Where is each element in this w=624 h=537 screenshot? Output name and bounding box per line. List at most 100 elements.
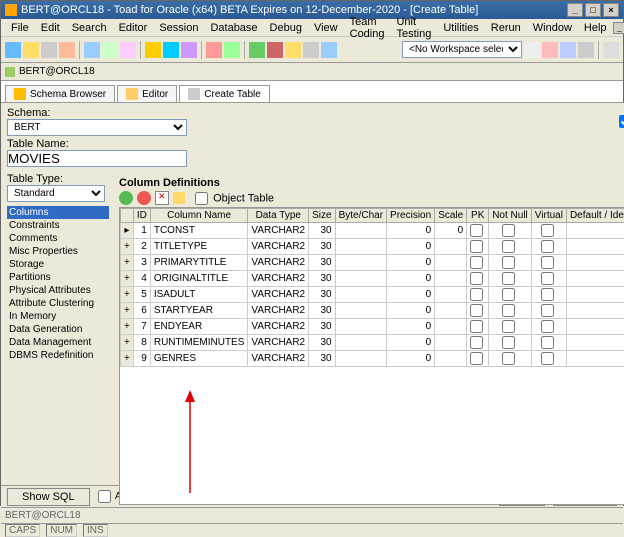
cell-id[interactable]: 6	[133, 303, 150, 319]
object-table-checkbox[interactable]: Object Table	[195, 192, 274, 205]
tree-constraints[interactable]: Constraints	[7, 219, 109, 232]
cell-datatype[interactable]: VARCHAR2	[248, 223, 309, 239]
table-row[interactable]: +5ISADULTVARCHAR2300	[121, 287, 624, 303]
cell-virtual[interactable]	[531, 335, 566, 351]
cell-colname[interactable]: ENDYEAR	[150, 319, 248, 335]
cell-datatype[interactable]: VARCHAR2	[248, 271, 309, 287]
cell-size[interactable]: 30	[309, 303, 335, 319]
col-header[interactable]: Size	[309, 209, 335, 223]
mdi-minimize[interactable]: _	[613, 22, 624, 34]
row-expand-icon[interactable]: +	[121, 303, 134, 319]
cell-virtual[interactable]	[531, 303, 566, 319]
cell-colname[interactable]: GENRES	[150, 351, 248, 367]
tool-icon[interactable]	[102, 42, 118, 58]
row-expand-icon[interactable]: +	[121, 351, 134, 367]
cell-precision[interactable]: 0	[387, 335, 435, 351]
cell-default[interactable]	[566, 255, 624, 271]
tablename-input[interactable]	[7, 150, 187, 167]
cell-pk[interactable]	[467, 287, 489, 303]
cell-default[interactable]	[566, 319, 624, 335]
cell-notnull[interactable]	[489, 223, 532, 239]
cell-datatype[interactable]: VARCHAR2	[248, 239, 309, 255]
cell-default[interactable]	[566, 335, 624, 351]
cell-bytechar[interactable]	[335, 319, 386, 335]
maximize-button[interactable]: □	[585, 3, 601, 17]
tab-schema-browser[interactable]: Schema Browser	[5, 85, 115, 102]
cell-size[interactable]: 30	[309, 335, 335, 351]
commit-icon[interactable]	[249, 42, 265, 58]
cell-bytechar[interactable]	[335, 223, 386, 239]
advanced-checkbox[interactable]: Display advanced features	[619, 115, 624, 128]
cell-colname[interactable]: TITLETYPE	[150, 239, 248, 255]
cell-pk[interactable]	[467, 239, 489, 255]
table-row[interactable]: +9GENRESVARCHAR2300	[121, 351, 624, 367]
cell-pk[interactable]	[467, 319, 489, 335]
cell-scale[interactable]	[435, 303, 467, 319]
cell-default[interactable]	[566, 223, 624, 239]
tool-icon[interactable]	[224, 42, 240, 58]
cell-scale[interactable]	[435, 319, 467, 335]
menu-database[interactable]: Database	[204, 22, 263, 34]
table-row[interactable]: +8RUNTIMEMINUTESVARCHAR2300	[121, 335, 624, 351]
tab-create-table[interactable]: Create Table	[179, 85, 270, 102]
menu-edit[interactable]: Edit	[35, 22, 66, 34]
cell-default[interactable]	[566, 239, 624, 255]
cell-bytechar[interactable]	[335, 351, 386, 367]
cell-datatype[interactable]: VARCHAR2	[248, 287, 309, 303]
cell-size[interactable]: 30	[309, 351, 335, 367]
cell-datatype[interactable]: VARCHAR2	[248, 303, 309, 319]
cell-notnull[interactable]	[489, 319, 532, 335]
menu-unittesting[interactable]: Unit Testing	[390, 16, 437, 40]
cell-pk[interactable]	[467, 335, 489, 351]
tree-dbmsredef[interactable]: DBMS Redefinition	[7, 349, 109, 362]
cell-notnull[interactable]	[489, 271, 532, 287]
tree-attrcluster[interactable]: Attribute Clustering	[7, 297, 109, 310]
add-row-button[interactable]	[119, 191, 133, 205]
col-header[interactable]: PK	[467, 209, 489, 223]
cell-scale[interactable]	[435, 351, 467, 367]
table-row[interactable]: +7ENDYEARVARCHAR2300	[121, 319, 624, 335]
tool-icon[interactable]	[163, 42, 179, 58]
cell-scale[interactable]	[435, 287, 467, 303]
tool-icon[interactable]	[285, 42, 301, 58]
menu-file[interactable]: File	[5, 22, 35, 34]
table-row[interactable]: +2TITLETYPEVARCHAR2300	[121, 239, 624, 255]
cell-id[interactable]: 2	[133, 239, 150, 255]
menu-teamcoding[interactable]: Team Coding	[344, 16, 391, 40]
row-expand-icon[interactable]: +	[121, 255, 134, 271]
cell-datatype[interactable]: VARCHAR2	[248, 255, 309, 271]
cell-id[interactable]: 4	[133, 271, 150, 287]
cell-virtual[interactable]	[531, 319, 566, 335]
cell-pk[interactable]	[467, 223, 489, 239]
row-expand-icon[interactable]: +	[121, 239, 134, 255]
tree-datagen[interactable]: Data Generation	[7, 323, 109, 336]
menu-utilities[interactable]: Utilities	[437, 22, 484, 34]
cell-colname[interactable]: ORIGINALTITLE	[150, 271, 248, 287]
cell-default[interactable]	[566, 271, 624, 287]
cell-notnull[interactable]	[489, 287, 532, 303]
cell-scale[interactable]	[435, 271, 467, 287]
cell-colname[interactable]: PRIMARYTITLE	[150, 255, 248, 271]
tool-icon[interactable]	[206, 42, 222, 58]
cell-id[interactable]: 9	[133, 351, 150, 367]
tool-icon[interactable]	[524, 42, 540, 58]
tree-datamgmt[interactable]: Data Management	[7, 336, 109, 349]
cell-virtual[interactable]	[531, 271, 566, 287]
cell-bytechar[interactable]	[335, 335, 386, 351]
menu-view[interactable]: View	[308, 22, 344, 34]
cell-scale[interactable]	[435, 239, 467, 255]
delete-button[interactable]	[155, 191, 169, 205]
col-header[interactable]: Default / Identity	[566, 209, 624, 223]
cell-bytechar[interactable]	[335, 303, 386, 319]
cell-virtual[interactable]	[531, 239, 566, 255]
tool-icon[interactable]	[303, 42, 319, 58]
cell-notnull[interactable]	[489, 239, 532, 255]
tool-icon[interactable]	[84, 42, 100, 58]
cell-id[interactable]: 3	[133, 255, 150, 271]
cell-notnull[interactable]	[489, 255, 532, 271]
tree-misc[interactable]: Misc Properties	[7, 245, 109, 258]
close-button[interactable]: ×	[603, 3, 619, 17]
cell-size[interactable]: 30	[309, 287, 335, 303]
cell-id[interactable]: 1	[133, 223, 150, 239]
cell-bytechar[interactable]	[335, 239, 386, 255]
